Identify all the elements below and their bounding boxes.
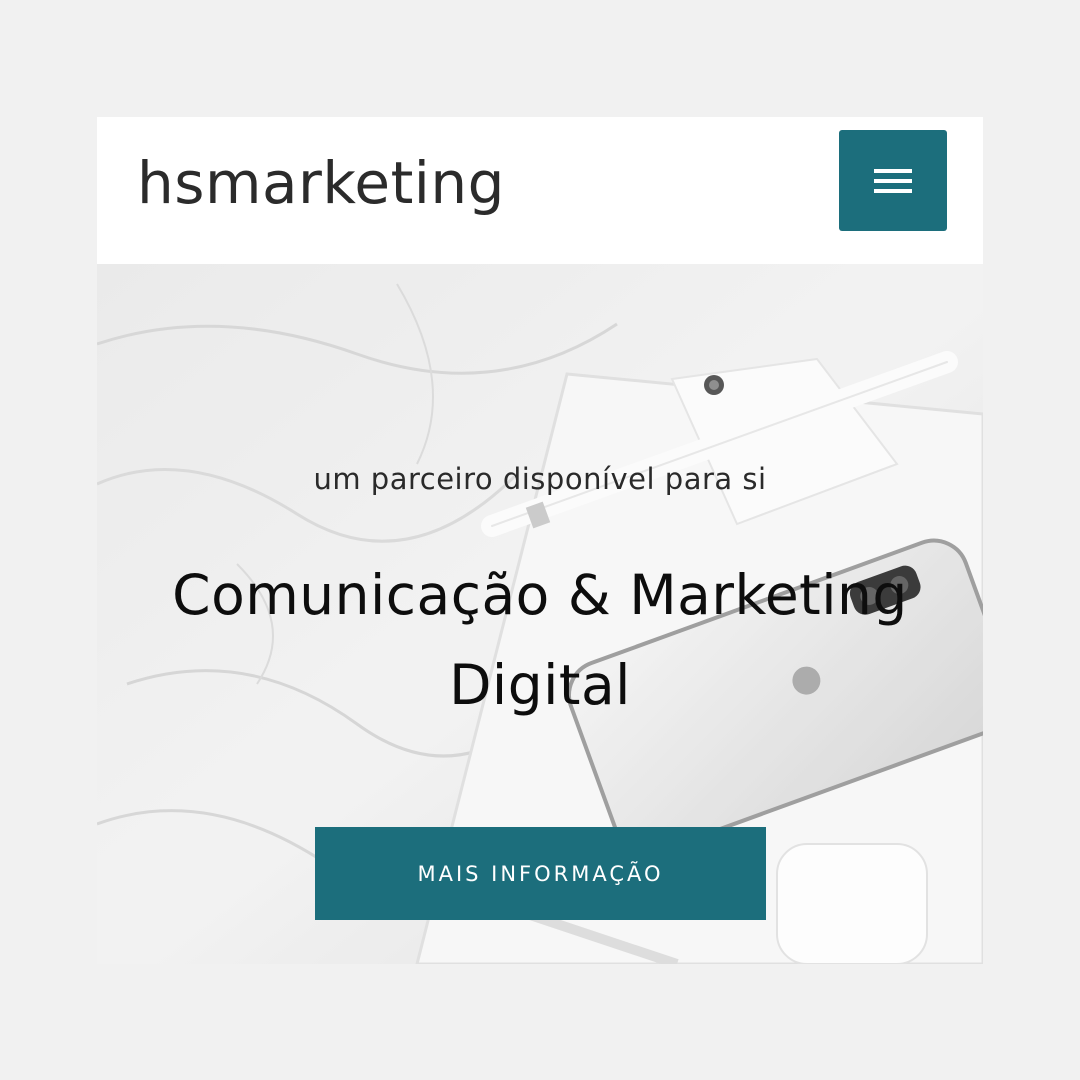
site-logo[interactable]: hsmarketing — [137, 147, 505, 219]
hero-headline: Comunicação & Marketing Digital — [172, 563, 908, 717]
menu-button[interactable] — [839, 130, 947, 231]
website-frame: hsmarketing um parceiro disponível para … — [97, 117, 983, 964]
hero-tagline: um parceiro disponível para si — [313, 462, 767, 496]
hamburger-menu-icon — [874, 168, 912, 193]
hero-section: um parceiro disponível para si Comunicaç… — [97, 264, 983, 964]
more-info-button[interactable]: MAIS INFORMAÇÃO — [315, 827, 766, 920]
site-header: hsmarketing — [97, 117, 983, 264]
